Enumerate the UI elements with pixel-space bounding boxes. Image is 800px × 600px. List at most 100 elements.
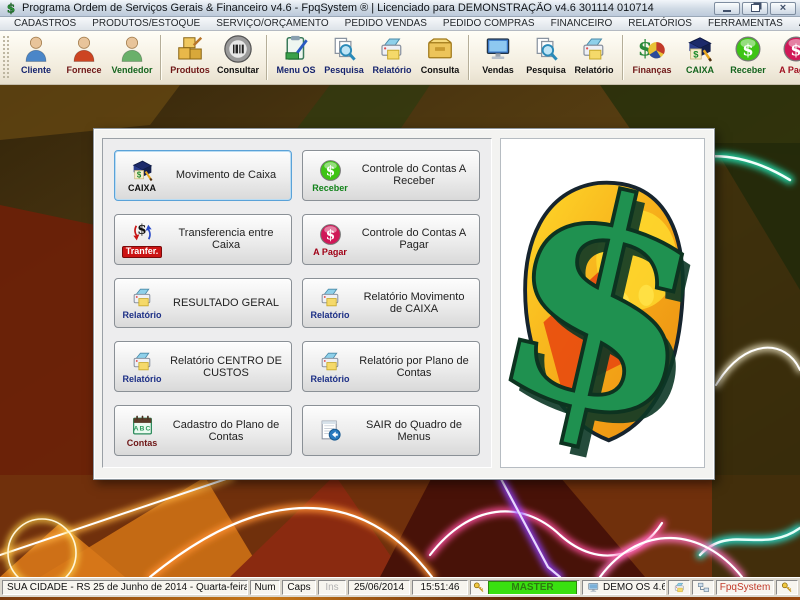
toolbar-vendas[interactable]: Vendas xyxy=(474,31,522,84)
menu-ferramentas[interactable]: FERRAMENTAS xyxy=(700,17,791,30)
printer-icon xyxy=(377,34,407,64)
toolbar-separator xyxy=(468,35,470,80)
menu-cadastros[interactable]: CADASTROS xyxy=(6,17,84,30)
toolbar-menu-os[interactable]: Menu OS xyxy=(272,31,320,84)
toolbar-separator xyxy=(266,35,268,80)
logo-box xyxy=(500,138,705,468)
financial-menu-panel: CAIXA Movimento de Caixa Receber Control… xyxy=(93,128,715,480)
close-button[interactable]: × xyxy=(770,2,796,15)
menu-buttons-area: CAIXA Movimento de Caixa Receber Control… xyxy=(102,138,492,468)
menu-ajuda[interactable]: AJUDA xyxy=(791,17,800,30)
status-printer[interactable] xyxy=(668,580,690,595)
toolbar: Cliente Fornece Vendedor Produtos Consul… xyxy=(0,31,800,85)
menu-relatorios[interactable]: RELATÓRIOS xyxy=(620,17,700,30)
green-dollar-orb-icon xyxy=(317,158,344,183)
status-brand: FpqSystem xyxy=(716,580,774,595)
calendar-abc-icon xyxy=(129,413,156,438)
cash-book-icon xyxy=(685,34,715,64)
transfer-arrows-icon xyxy=(129,220,156,245)
workspace: CAIXA Movimento de Caixa Receber Control… xyxy=(0,85,800,577)
exit-sheet-icon xyxy=(317,418,344,443)
statusbar: SUA CIDADE - RS 25 de Junho de 2014 - Qu… xyxy=(0,577,800,597)
toolbar-fornecedor[interactable]: Fornece xyxy=(60,31,108,84)
search-documents-icon xyxy=(531,34,561,64)
toolbar-cliente[interactable]: Cliente xyxy=(12,31,60,84)
toolbar-pesquisa-vendas[interactable]: Pesquisa xyxy=(522,31,570,84)
printer-icon xyxy=(673,581,686,594)
toolbar-receber[interactable]: Receber xyxy=(724,31,772,84)
toolbar-pesquisa-os[interactable]: Pesquisa xyxy=(320,31,368,84)
supplier-person-icon xyxy=(69,34,99,64)
restore-button[interactable] xyxy=(742,2,768,15)
status-system: DEMO OS 4.6 xyxy=(582,580,666,595)
sales-monitor-icon xyxy=(483,34,513,64)
pink-dollar-orb-icon xyxy=(317,222,344,247)
client-person-icon xyxy=(21,34,51,64)
button-transferencia-entre-caixa[interactable]: Tranfer. Transferencia entre Caixa xyxy=(114,214,292,265)
barcode-icon xyxy=(223,34,253,64)
restore-icon xyxy=(751,4,760,12)
status-security[interactable] xyxy=(776,580,798,595)
button-relatorio-plano-de-contas[interactable]: Relatório Relatório por Plano de Contas xyxy=(302,341,480,392)
toolbar-a-pagar[interactable]: A Pagar xyxy=(772,31,800,84)
toolbar-consulta[interactable]: Consulta xyxy=(416,31,464,84)
file-drawer-icon xyxy=(425,34,455,64)
toolbar-relatorio-vendas[interactable]: Relatório xyxy=(570,31,618,84)
button-contas-a-receber[interactable]: Receber Controle do Contas A Receber xyxy=(302,150,480,201)
status-location-date: SUA CIDADE - RS 25 de Junho de 2014 - Qu… xyxy=(2,580,248,595)
minimize-button[interactable] xyxy=(714,2,740,15)
seller-person-icon xyxy=(117,34,147,64)
status-network[interactable] xyxy=(692,580,714,595)
status-time: 15:51:46 xyxy=(412,580,468,595)
button-relatorio-centro-de-custos[interactable]: Relatório Relatório CENTRO DE CUSTOS xyxy=(114,341,292,392)
green-dollar-orb-icon xyxy=(733,34,763,64)
button-sair-quadro-de-menus[interactable]: SAIR do Quadro de Menus xyxy=(302,405,480,456)
dollar-shield-logo xyxy=(507,144,699,462)
minimize-icon xyxy=(723,10,731,12)
cash-book-icon xyxy=(129,158,156,183)
status-insert: Ins xyxy=(318,580,346,595)
printer-icon xyxy=(579,34,609,64)
menu-financeiro[interactable]: FINANCEIRO xyxy=(543,17,621,30)
button-resultado-geral[interactable]: Relatório RESULTADO GERAL xyxy=(114,278,292,329)
red-dollar-orb-icon xyxy=(781,34,800,64)
application-window: $ Programa Ordem de Serviços Gerais & Fi… xyxy=(0,0,800,600)
toolbar-separator xyxy=(622,35,624,80)
printer-icon xyxy=(129,285,156,310)
app-icon: $ xyxy=(4,1,18,15)
menu-pedido-compras[interactable]: PEDIDO COMPRAS xyxy=(435,17,543,30)
status-num-lock: Num xyxy=(250,580,280,595)
network-icon xyxy=(697,581,710,594)
status-date: 25/06/2014 xyxy=(348,580,410,595)
menu-produtos-estoque[interactable]: PRODUTOS/ESTOQUE xyxy=(84,17,208,30)
user-badge: MASTER xyxy=(488,581,577,595)
computer-icon xyxy=(587,581,600,594)
menu-pedido-vendas[interactable]: PEDIDO VENDAS xyxy=(337,17,435,30)
toolbar-produtos[interactable]: Produtos xyxy=(166,31,214,84)
close-icon: × xyxy=(780,3,786,14)
user-key-icon xyxy=(781,581,794,594)
button-relatorio-movimento-caixa[interactable]: Relatório Relatório Movimento de CAIXA xyxy=(302,278,480,329)
product-boxes-icon xyxy=(175,34,205,64)
user-key-icon xyxy=(473,581,486,594)
window-title: Programa Ordem de Serviços Gerais & Fina… xyxy=(22,2,714,14)
toolbar-financas[interactable]: Finanças xyxy=(628,31,676,84)
printer-icon xyxy=(317,349,344,374)
toolbar-caixa[interactable]: CAIXA xyxy=(676,31,724,84)
toolbar-consultar[interactable]: Consultar xyxy=(214,31,262,84)
menubar: CADASTROS PRODUTOS/ESTOQUE SERVIÇO/ORÇAM… xyxy=(0,17,800,31)
button-contas-a-pagar[interactable]: A Pagar Controle do Contas A Pagar xyxy=(302,214,480,265)
printer-icon xyxy=(129,349,156,374)
finance-pie-dollar-icon xyxy=(637,34,667,64)
titlebar: $ Programa Ordem de Serviços Gerais & Fi… xyxy=(0,0,800,17)
toolbar-relatorio-os[interactable]: Relatório xyxy=(368,31,416,84)
toolbar-separator xyxy=(160,35,162,80)
svg-text:$: $ xyxy=(7,1,16,15)
printer-icon xyxy=(317,285,344,310)
toolbar-vendedor[interactable]: Vendedor xyxy=(108,31,156,84)
button-movimento-de-caixa[interactable]: CAIXA Movimento de Caixa xyxy=(114,150,292,201)
button-cadastro-plano-de-contas[interactable]: Contas Cadastro do Plano de Contas xyxy=(114,405,292,456)
status-user: MASTER xyxy=(470,580,580,595)
service-order-clipboard-icon xyxy=(281,34,311,64)
menu-servico-orcamento[interactable]: SERVIÇO/ORÇAMENTO xyxy=(208,17,336,30)
